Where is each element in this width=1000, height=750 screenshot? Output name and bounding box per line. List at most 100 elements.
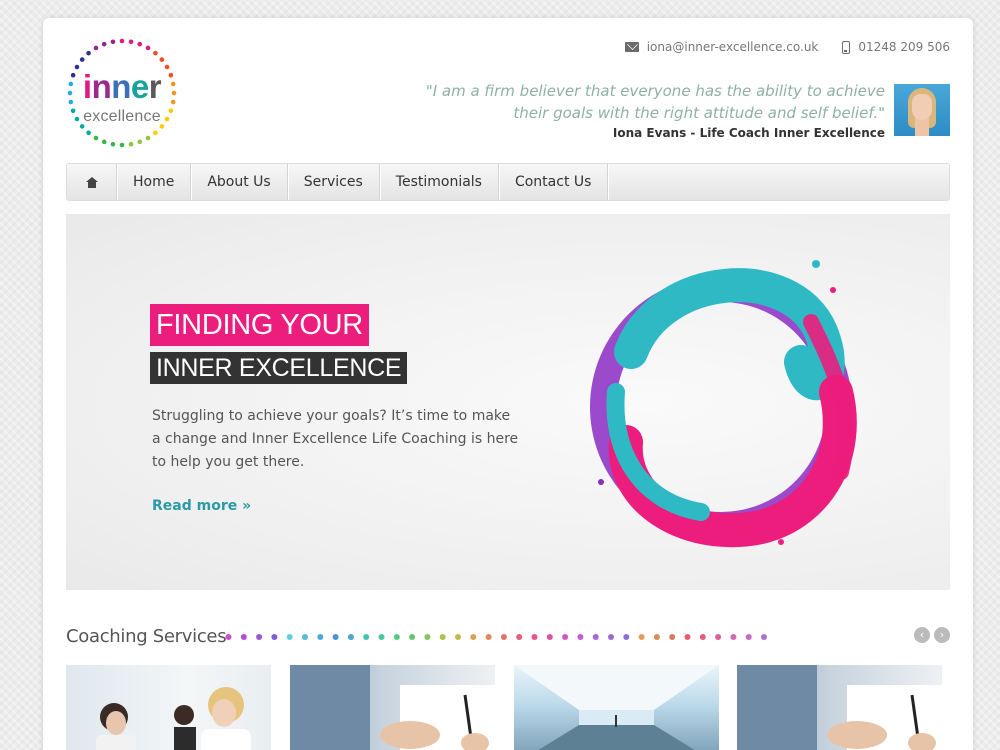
logo-ring-dot [101, 139, 107, 145]
divider-dot [455, 634, 461, 640]
divider-dot [347, 634, 354, 640]
carousel-prev-button[interactable]: ‹ [914, 627, 930, 643]
divider-dot [745, 634, 752, 640]
logo-ring-dot [93, 45, 99, 51]
nav-item-contact-us[interactable]: Contact Us [499, 164, 609, 200]
divider-dot [730, 634, 737, 640]
logo-word-excellence: excellence [83, 108, 161, 125]
logo-letter: e [130, 68, 149, 105]
logo-ring-dot [145, 45, 151, 51]
coaching-services-heading: Coaching Services [66, 626, 227, 647]
nav-item-about-us[interactable]: About Us [191, 164, 288, 200]
divider-dot [592, 634, 599, 640]
divider-dot [546, 634, 553, 640]
logo-ring-dot [86, 50, 91, 56]
logo-ring-dot [79, 57, 85, 62]
hero-description: Struggling to achieve your goals? It’s t… [152, 408, 519, 470]
divider-dot [638, 634, 645, 640]
logo-ring-dot [137, 139, 143, 145]
logo-letter: n [111, 68, 131, 105]
logo-ring-dot [110, 141, 116, 147]
logo-letter: r [148, 68, 162, 105]
page-card: inner excellence iona@inner-excellence.c… [43, 18, 973, 750]
divider-dot [485, 634, 492, 640]
carousel-controls: ‹ › [914, 627, 950, 643]
nav-item-services[interactable]: Services [288, 164, 380, 200]
divider-dot [424, 634, 431, 640]
divider-dot [256, 634, 263, 640]
logo-ring-dot [119, 142, 125, 148]
quote-line-1: "I am a firm believer that everyone has … [425, 82, 885, 100]
inner-excellence-logo[interactable]: inner excellence [65, 36, 179, 150]
carousel-next-button[interactable]: › [934, 627, 950, 643]
divider-dot [623, 634, 630, 640]
divider-dot [470, 634, 477, 640]
divider-dot [302, 634, 308, 640]
divider-dot [225, 634, 232, 640]
phone-icon [842, 40, 851, 54]
quote-line-2: their goals with the right attitude and … [513, 104, 885, 122]
divider-dot [715, 634, 722, 640]
logo-ring-dot [128, 39, 134, 45]
hero-banner: FINDING YOUR INNER EXCELLENCE Struggling… [66, 214, 950, 590]
paint-splash-ring-image [590, 260, 857, 548]
read-more-link[interactable]: Read more » [152, 498, 251, 514]
hero-headline-primary: FINDING YOUR [150, 304, 369, 346]
divider-dot [271, 634, 278, 640]
signing-document-photo [290, 665, 495, 750]
divider-dot [409, 634, 416, 640]
divider-dot [608, 634, 614, 640]
divider-dot [500, 634, 507, 640]
divider-dot [761, 634, 767, 640]
corridor-walkway-photo [514, 665, 719, 750]
logo-ring-dot [110, 39, 116, 45]
email-contact[interactable]: iona@inner-excellence.co.uk [624, 40, 819, 54]
logo-ring-dot [119, 38, 125, 44]
divider-dot [240, 634, 247, 640]
service-thumbnail-2[interactable] [290, 665, 495, 750]
signing-document-photo-2 [737, 665, 942, 750]
author-photo [894, 84, 950, 136]
logo-word-inner: inner [65, 68, 179, 106]
nav-item-home[interactable]: Home [117, 164, 192, 200]
photo-neck [915, 118, 929, 136]
nav-home-icon-button[interactable] [67, 164, 117, 200]
email-address[interactable]: iona@inner-excellence.co.uk [647, 40, 819, 54]
hero-headline-secondary: INNER EXCELLENCE [150, 352, 408, 384]
divider-dot [669, 634, 676, 640]
service-thumbnail-4[interactable] [737, 665, 942, 750]
divider-dot [577, 634, 584, 640]
divider-dot [317, 634, 324, 640]
logo-ring-dot [86, 130, 91, 136]
testimonial-quote: "I am a firm believer that everyone has … [426, 80, 885, 124]
nav-item-testimonials[interactable]: Testimonials [380, 164, 499, 200]
divider-dot [378, 634, 385, 640]
divider-dot [699, 634, 706, 640]
main-navigation: Home About Us Services Testimonials Cont… [66, 163, 950, 201]
quote-author: Iona Evans - Life Coach Inner Excellence [612, 126, 885, 140]
home-icon [85, 176, 98, 188]
divider-dot [684, 634, 691, 640]
logo-ring-dot [128, 141, 134, 147]
divider-dot [286, 634, 293, 640]
logo-ring-dot [145, 135, 151, 141]
logo-ring-dot [153, 130, 158, 136]
service-thumbnail-3[interactable] [514, 665, 719, 750]
logo-ring-dot [137, 41, 143, 47]
divider-dot [653, 634, 660, 640]
divider-dot [363, 634, 370, 640]
phone-number[interactable]: 01248 209 506 [858, 40, 950, 54]
divider-dot [562, 634, 569, 640]
logo-letter: i [82, 68, 92, 105]
envelope-icon [624, 42, 639, 52]
logo-ring-dot [101, 41, 107, 47]
office-women-photo [96, 687, 251, 750]
service-thumbnail-1[interactable] [66, 665, 271, 750]
logo-ring-dot [153, 50, 158, 56]
divider-dot [516, 634, 523, 640]
phone-contact[interactable]: 01248 209 506 [842, 40, 950, 54]
divider-dot [531, 634, 538, 640]
logo-letter: n [91, 68, 112, 105]
logo-ring-dot [93, 135, 99, 141]
logo-ring-dot [159, 57, 165, 62]
